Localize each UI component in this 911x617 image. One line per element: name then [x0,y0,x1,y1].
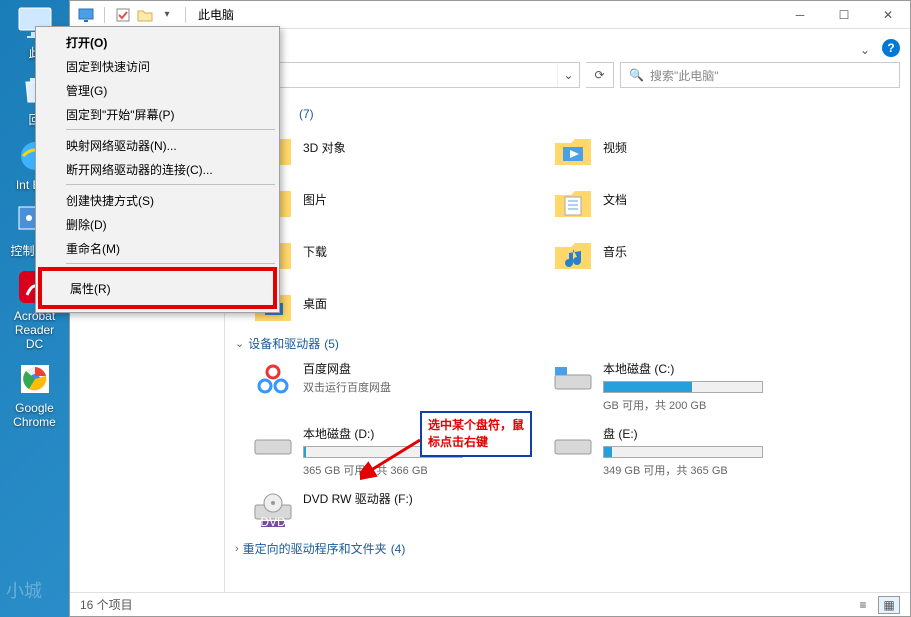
folder-videos[interactable]: 视频 [553,129,833,169]
context-menu-pin-start[interactable]: 固定到"开始"屏幕(P) [38,102,277,126]
dropdown-chevron-icon[interactable]: ▾ [159,7,175,23]
refresh-button[interactable]: ⟳ [586,62,614,88]
desktop-icon-label: Acrobat Reader DC [7,309,63,351]
watermark: 小城 [6,577,42,603]
annotation-box: 选中某个盘符，鼠 标点击右键 [420,411,532,457]
drive-dvd[interactable]: DVD DVD RW 驱动器 (F:) [253,490,533,530]
context-menu-delete[interactable]: 删除(D) [38,212,277,236]
chevron-right-icon: › [235,543,239,555]
status-text: 16 个项目 [80,596,133,613]
drive-e[interactable]: 盘 (E:) 349 GB 可用，共 365 GB [553,425,833,478]
address-dropdown-icon[interactable]: ⌄ [557,63,579,87]
folder-label: 图片 [303,181,327,208]
view-large-icons-button[interactable]: ▦ [878,596,900,614]
folder-label: 3D 对象 [303,129,346,156]
drive-name: 盘 (E:) [603,425,763,442]
music-folder-icon [553,233,593,273]
drive-icon [553,425,593,465]
annotation-text: 标点击右键 [428,434,524,451]
videos-folder-icon [553,129,593,169]
ribbon-collapse-chevron[interactable]: ⌄ [860,43,870,57]
separator [66,263,275,264]
section-header-drives[interactable]: ⌄ 设备和驱动器 (5) [235,335,900,352]
desktop-icon-label: Google Chrome [7,401,63,429]
context-menu-rename[interactable]: 重命名(M) [38,236,277,260]
search-icon: 🔍 [629,68,644,82]
folder-label: 音乐 [603,233,627,260]
section-header-redirect[interactable]: › 重定向的驱动程序和文件夹 (4) [235,540,900,557]
context-menu-disconnect-drive[interactable]: 断开网络驱动器的连接(C)... [38,157,277,181]
dvd-drive-icon: DVD [253,490,293,530]
drive-name: DVD RW 驱动器 (F:) [303,490,413,507]
drive-icon [553,360,593,400]
desktop-icon-chrome[interactable]: Google Chrome [7,359,63,429]
separator [104,7,105,23]
titlebar: ▾ 此电脑 ─ ☐ ✕ [70,1,910,29]
drive-name: 本地磁盘 (C:) [603,360,763,377]
context-menu: 打开(O) 固定到快速访问 管理(G) 固定到"开始"屏幕(P) 映射网络驱动器… [35,26,280,313]
context-menu-pin-quick[interactable]: 固定到快速访问 [38,54,277,78]
separator [66,184,275,185]
quick-access-toolbar: ▾ [70,7,190,23]
search-placeholder: 搜索"此电脑" [650,67,719,84]
folder-label: 视频 [603,129,627,156]
window-title: 此电脑 [198,6,234,23]
annotation-text: 选中某个盘符，鼠 [428,417,524,434]
drive-usage-bar [603,446,763,458]
drives-grid: 百度网盘 双击运行百度网盘 本地磁盘 (C:) GB 可用，共 200 GB [235,360,900,530]
context-menu-create-shortcut[interactable]: 创建快捷方式(S) [38,188,277,212]
drive-sub: 365 GB 可用，共 366 GB [303,462,463,478]
folders-grid: 3D 对象 视频 图片 文档 下载 [235,129,900,325]
folder-label: 下载 [303,233,327,260]
folder-downloads[interactable]: 下载 [253,233,533,273]
folder-documents[interactable]: 文档 [553,181,833,221]
checkbox-icon[interactable] [115,7,131,23]
section-count: (4) [391,542,406,556]
baidu-icon [253,360,293,400]
separator [66,129,275,130]
context-menu-open[interactable]: 打开(O) [38,30,277,54]
folder-pictures[interactable]: 图片 [253,181,533,221]
drive-baidu[interactable]: 百度网盘 双击运行百度网盘 [253,360,533,413]
section-title: 设备和驱动器 [248,335,320,352]
folder-desktop[interactable]: 桌面 [253,285,533,325]
help-icon[interactable]: ? [882,39,900,57]
context-menu-properties[interactable]: 属性(R) [42,271,273,305]
svg-text:DVD: DVD [260,515,286,527]
pc-icon [78,7,94,23]
documents-folder-icon [553,181,593,221]
close-button[interactable]: ✕ [866,1,910,29]
folder-3d-objects[interactable]: 3D 对象 [253,129,533,169]
drive-sub: GB 可用，共 200 GB [603,397,763,413]
section-count: (5) [324,337,339,351]
drive-c[interactable]: 本地磁盘 (C:) GB 可用，共 200 GB [553,360,833,413]
minimize-button[interactable]: ─ [778,1,822,29]
section-count: (7) [299,107,314,121]
view-details-button[interactable]: ≡ [852,596,874,614]
window-controls: ─ ☐ ✕ [778,1,910,29]
section-title: 重定向的驱动程序和文件夹 [243,540,387,557]
section-header-folders[interactable]: (7) [295,107,900,121]
folder-label: 桌面 [303,285,327,312]
context-menu-manage[interactable]: 管理(G) [38,78,277,102]
drive-usage-bar [603,381,763,393]
status-bar: 16 个项目 ≡ ▦ [70,592,910,616]
content-pane: (7) 3D 对象 视频 图片 文档 [225,93,910,592]
annotation-highlight-box: 属性(R) [38,267,277,309]
folder-label: 文档 [603,181,627,208]
chrome-icon [15,359,55,399]
drive-sub: 349 GB 可用，共 365 GB [603,462,763,478]
drive-sub: 双击运行百度网盘 [303,379,391,395]
chevron-down-icon: ⌄ [235,337,244,350]
drive-icon [253,425,293,465]
maximize-button[interactable]: ☐ [822,1,866,29]
folder-icon[interactable] [137,7,153,23]
context-menu-map-drive[interactable]: 映射网络驱动器(N)... [38,133,277,157]
search-box[interactable]: 🔍 搜索"此电脑" [620,62,900,88]
folder-music[interactable]: 音乐 [553,233,833,273]
separator [185,7,186,23]
drive-name: 百度网盘 [303,360,391,377]
